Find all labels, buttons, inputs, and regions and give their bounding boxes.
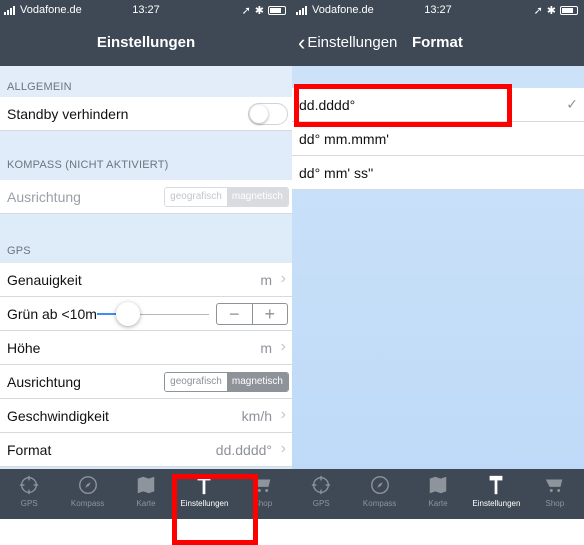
segment-geografisch[interactable]: geografisch	[165, 188, 227, 206]
battery-icon	[268, 6, 286, 15]
tab-label: Shop	[253, 499, 273, 508]
format-screen: Vodafone.de 13:27 ➚ ✱ ‹ Einstellungen Fo…	[292, 0, 584, 545]
map-icon	[409, 474, 467, 496]
tab-label: Karte	[136, 499, 156, 508]
crosshair-icon	[292, 474, 350, 496]
tab-label: Kompass	[362, 499, 397, 508]
location-arrow-icon: ➚	[241, 5, 251, 17]
format-option-label: dd° mm' ss''	[299, 165, 374, 181]
gps-ausrichtung-segment[interactable]: geografisch magnetisch	[164, 372, 289, 392]
geschwindigkeit-value: km/h	[241, 408, 272, 424]
tab-gps[interactable]: GPS	[292, 469, 350, 519]
segment-magnetisch[interactable]: magnetisch	[226, 188, 288, 206]
settings-screen: Vodafone.de 13:27 ➚ ✱ Einstellungen ALLG…	[0, 0, 292, 545]
genauigkeit-label: Genauigkeit	[7, 272, 82, 288]
gruen-stepper[interactable]: − +	[216, 303, 288, 325]
hammer-icon	[467, 474, 525, 496]
row-gruen: Grün ab <10m − +	[0, 297, 292, 331]
tab-shop[interactable]: Shop	[526, 469, 584, 519]
row-gps-ausrichtung: Ausrichtung geografisch magnetisch	[0, 365, 292, 399]
stepper-plus-button[interactable]: +	[253, 304, 288, 324]
row-hoehe[interactable]: Höhe m ›	[0, 331, 292, 365]
tab-label: Karte	[428, 499, 448, 508]
section-header-gps: GPS	[7, 245, 31, 257]
tab-shop[interactable]: Shop	[234, 469, 292, 519]
tab-label: Einstellungen	[472, 499, 521, 508]
tab-label: GPS	[20, 499, 38, 508]
location-arrow-icon: ➚	[533, 5, 543, 17]
tab-einstellungen[interactable]: Einstellungen	[175, 469, 233, 519]
tab-einstellungen[interactable]: Einstellungen	[467, 469, 525, 519]
segment-magnetisch[interactable]: magnetisch	[226, 373, 288, 391]
tab-kompass[interactable]: Kompass	[350, 469, 408, 519]
bluetooth-icon: ✱	[546, 5, 556, 17]
chevron-right-icon: ›	[280, 440, 286, 457]
hoehe-label: Höhe	[7, 340, 41, 356]
tab-label: Shop	[545, 499, 565, 508]
row-genauigkeit[interactable]: Genauigkeit m ›	[0, 263, 292, 297]
standby-label: Standby verhindern	[7, 106, 129, 122]
format-label: Format	[7, 442, 52, 458]
status-bar: Vodafone.de 13:27 ➚ ✱	[0, 4, 292, 20]
nav-bar: Vodafone.de 13:27 ➚ ✱ ‹ Einstellungen Fo…	[292, 0, 584, 66]
tab-karte[interactable]: Karte	[409, 469, 467, 519]
hoehe-value: m	[260, 340, 272, 356]
row-standby: Standby verhindern	[0, 97, 292, 131]
battery-icon	[560, 6, 578, 15]
hammer-icon	[175, 474, 233, 496]
compass-icon	[58, 474, 116, 496]
compass-icon	[350, 474, 408, 496]
section-header-kompass: KOMPASS (NICHT AKTIVIERT)	[7, 159, 169, 171]
format-value: dd.dddd°	[215, 442, 272, 458]
status-bar: Vodafone.de 13:27 ➚ ✱	[292, 4, 584, 20]
tab-karte[interactable]: Karte	[117, 469, 175, 519]
crosshair-icon	[0, 474, 58, 496]
row-geschwindigkeit[interactable]: Geschwindigkeit km/h ›	[0, 399, 292, 433]
kompass-ausrichtung-label: Ausrichtung	[7, 189, 81, 205]
format-option-label: dd.dddd°	[299, 97, 356, 113]
tab-label: Einstellungen	[180, 499, 229, 508]
tab-label: Kompass	[70, 499, 105, 508]
gruen-slider-fill	[97, 313, 117, 315]
tab-gps[interactable]: GPS	[0, 469, 58, 519]
chevron-left-icon: ‹	[298, 29, 306, 55]
page-title: Einstellungen	[96, 34, 196, 51]
cart-icon	[234, 474, 292, 496]
chevron-right-icon: ›	[280, 338, 286, 355]
tab-kompass[interactable]: Kompass	[58, 469, 116, 519]
gps-ausrichtung-label: Ausrichtung	[7, 374, 81, 390]
tab-label: GPS	[312, 499, 330, 508]
row-format[interactable]: Format dd.dddd° ›	[0, 433, 292, 467]
back-button[interactable]: ‹ Einstellungen	[298, 29, 398, 55]
tab-bar: GPS Kompass Karte Einstellungen Shop	[0, 469, 292, 519]
gruen-slider-thumb[interactable]	[116, 302, 140, 326]
chevron-right-icon: ›	[280, 406, 286, 423]
format-option[interactable]: dd.dddd° ✓	[292, 88, 584, 122]
bottom-margin	[0, 519, 584, 545]
nav-bar: Vodafone.de 13:27 ➚ ✱ Einstellungen	[0, 0, 292, 66]
checkmark-icon: ✓	[566, 96, 578, 112]
row-kompass-ausrichtung: Ausrichtung geografisch magnetisch	[0, 180, 292, 214]
bluetooth-icon: ✱	[254, 5, 264, 17]
stepper-minus-button[interactable]: −	[217, 304, 253, 324]
standby-toggle[interactable]	[248, 103, 288, 125]
kompass-ausrichtung-segment[interactable]: geografisch magnetisch	[164, 187, 289, 207]
format-option-label: dd° mm.mmm'	[299, 131, 389, 147]
format-option[interactable]: dd° mm.mmm'	[292, 122, 584, 156]
cart-icon	[526, 474, 584, 496]
toggle-knob	[250, 105, 268, 123]
gruen-label: Grün ab <10m	[7, 306, 97, 322]
segment-geografisch[interactable]: geografisch	[165, 373, 227, 391]
back-label: Einstellungen	[307, 34, 398, 51]
chevron-right-icon: ›	[280, 270, 286, 287]
format-option[interactable]: dd° mm' ss''	[292, 156, 584, 190]
map-icon	[117, 474, 175, 496]
genauigkeit-value: m	[260, 272, 272, 288]
geschwindigkeit-label: Geschwindigkeit	[7, 408, 109, 424]
tab-bar: GPS Kompass Karte Einstellungen Shop	[292, 469, 584, 519]
page-title: Format	[412, 34, 463, 51]
